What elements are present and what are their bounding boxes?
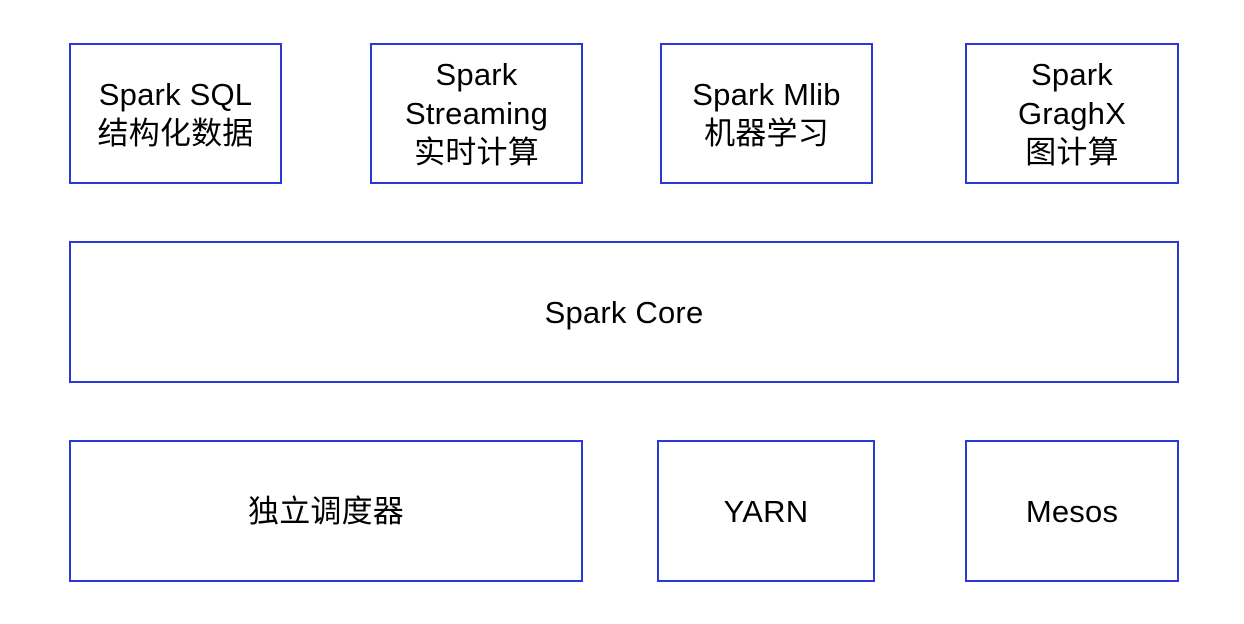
- spark-mllib-label: Spark Mlib 机器学习: [692, 75, 840, 153]
- spark-graphx-title-line2: GraghX: [1017, 96, 1127, 131]
- spark-graphx-label: Spark GraghX 图计算: [1018, 55, 1126, 172]
- spark-streaming-label: Spark Streaming 实时计算: [405, 55, 548, 172]
- standalone-scheduler-label: 独立调度器: [248, 492, 404, 531]
- spark-graphx-box: Spark GraghX 图计算: [965, 43, 1179, 184]
- spark-streaming-title-line1: Spark: [435, 57, 518, 92]
- spark-streaming-subtitle: 实时计算: [414, 135, 539, 170]
- spark-core-title: Spark Core: [544, 294, 704, 330]
- spark-mllib-title: Spark Mlib: [692, 76, 841, 112]
- standalone-scheduler-box: 独立调度器: [69, 440, 583, 582]
- standalone-scheduler-title: 独立调度器: [248, 493, 404, 529]
- yarn-label: YARN: [724, 492, 809, 531]
- mesos-label: Mesos: [1026, 492, 1118, 531]
- yarn-box: YARN: [657, 440, 875, 582]
- yarn-title: YARN: [723, 493, 809, 529]
- spark-core-label: Spark Core: [545, 293, 704, 332]
- spark-sql-title: Spark SQL: [98, 76, 253, 112]
- spark-streaming-title-line2: Streaming: [404, 96, 549, 131]
- spark-mllib-box: Spark Mlib 机器学习: [660, 43, 873, 184]
- spark-sql-box: Spark SQL 结构化数据: [69, 43, 282, 184]
- spark-sql-subtitle: 结构化数据: [97, 115, 254, 151]
- spark-mllib-subtitle: 机器学习: [704, 115, 829, 151]
- spark-sql-label: Spark SQL 结构化数据: [98, 75, 254, 153]
- spark-graphx-subtitle: 图计算: [1025, 135, 1119, 170]
- spark-core-box: Spark Core: [69, 241, 1179, 383]
- mesos-title: Mesos: [1025, 493, 1119, 529]
- spark-streaming-box: Spark Streaming 实时计算: [370, 43, 583, 184]
- spark-graphx-title-line1: Spark: [1031, 57, 1113, 92]
- mesos-box: Mesos: [965, 440, 1179, 582]
